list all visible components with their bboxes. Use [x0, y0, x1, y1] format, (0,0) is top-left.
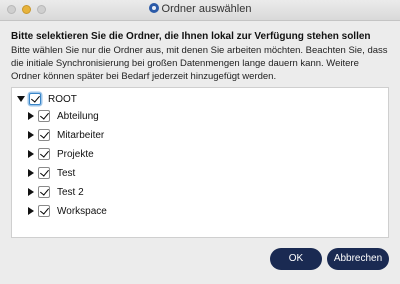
- tree-row-root[interactable]: ROOT: [17, 92, 77, 106]
- disclosure-right-icon[interactable]: [28, 112, 34, 120]
- app-icon: [148, 3, 159, 13]
- window-title-area: Ordner auswählen: [0, 3, 400, 15]
- disclosure-right-icon[interactable]: [28, 150, 34, 158]
- window-title: Ordner auswählen: [161, 3, 252, 15]
- tree-row-folder[interactable]: Abteilung: [28, 109, 99, 123]
- tree-row-folder[interactable]: Test 2: [28, 185, 84, 199]
- disclosure-right-icon[interactable]: [28, 169, 34, 177]
- disclosure-right-icon[interactable]: [28, 188, 34, 196]
- disclosure-right-icon[interactable]: [28, 207, 34, 215]
- disclosure-right-icon[interactable]: [28, 131, 34, 139]
- tree-label-folder: Abteilung: [57, 110, 99, 122]
- dialog-description: Bitte wählen Sie nur die Ordner aus, mit…: [11, 45, 388, 82]
- root-checkbox[interactable]: [29, 93, 41, 105]
- tree-row-folder[interactable]: Workspace: [28, 204, 107, 218]
- title-bar: Ordner auswählen: [0, 0, 400, 21]
- tree-label-folder: Mitarbeiter: [57, 129, 105, 141]
- folder-checkbox[interactable]: [38, 110, 50, 122]
- tree-label-folder: Projekte: [57, 148, 94, 160]
- folder-checkbox[interactable]: [38, 148, 50, 160]
- folder-checkbox[interactable]: [38, 167, 50, 179]
- tree-label-folder: Test: [57, 167, 76, 179]
- folder-checkbox[interactable]: [38, 205, 50, 217]
- ok-button[interactable]: OK: [270, 248, 322, 270]
- dialog-headline: Bitte selektieren Sie die Ordner, die Ih…: [11, 31, 371, 42]
- cancel-button[interactable]: Abbrechen: [327, 248, 389, 270]
- tree-label-folder: Test 2: [57, 186, 84, 198]
- disclosure-down-icon[interactable]: [17, 96, 25, 102]
- folder-checkbox[interactable]: [38, 186, 50, 198]
- tree-row-folder[interactable]: Test: [28, 166, 75, 180]
- tree-row-folder[interactable]: Projekte: [28, 147, 94, 161]
- tree-row-folder[interactable]: Mitarbeiter: [28, 128, 104, 142]
- tree-label-root: ROOT: [48, 93, 77, 105]
- tree-label-folder: Workspace: [57, 205, 107, 217]
- folder-tree[interactable]: ROOT Abteilung Mitarbeiter Projekte Test…: [11, 87, 389, 238]
- folder-checkbox[interactable]: [38, 129, 50, 141]
